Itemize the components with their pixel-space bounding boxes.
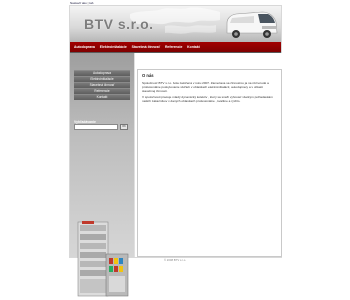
content-body: Spoločnosť BTV s.r.o. bola založená v ro… [142, 81, 276, 104]
footer: © 2008 BTV s.r.o. [163, 258, 187, 262]
search-button[interactable]: OK [120, 124, 128, 130]
set-as-homepage-link[interactable]: Nastaviť ako [70, 1, 87, 5]
main-content: O nás Spoločnosť BTV s.r.o. bola založen… [134, 53, 282, 257]
header: BTV s.r.o. [70, 6, 281, 42]
nav-kontakt[interactable]: Kontakt [187, 45, 200, 49]
nav-autodoprava[interactable]: Autodoprava [74, 45, 95, 49]
nav-referencie[interactable]: Referencie [165, 45, 182, 49]
van-image [226, 11, 278, 38]
nav-elektroinstalacie[interactable]: Elektroinštalácie [100, 45, 127, 49]
content-box: O nás Spoločnosť BTV s.r.o. bola založen… [137, 69, 282, 257]
tab-link[interactable]: tab [89, 1, 93, 5]
sidebar-menu: Autodoprava Elektroinštalácie Stavebná č… [74, 70, 130, 100]
search-row: OK [74, 124, 128, 130]
sidebar: Autodoprava Elektroinštalácie Stavebná č… [70, 53, 134, 297]
content-paragraph: Spoločnosť BTV s.r.o. bola založená v ro… [142, 81, 269, 94]
main-nav-items: Autodoprava Elektroinštalácie Stavebná č… [74, 45, 204, 49]
site-wrapper: BTV s.r.o. Autodoprava Elektroinštalácie… [70, 6, 282, 297]
site-logo[interactable]: BTV s.r.o. [84, 16, 154, 32]
content-paragraph: V spoločnosti pracuje mladý dynamický ko… [142, 94, 273, 103]
page-title: O nás [142, 73, 154, 78]
main-nav: Autodoprava Elektroinštalácie Stavebná č… [70, 42, 281, 53]
nav-stavebna-cinnost[interactable]: Stavebná činnosť [132, 45, 161, 49]
search-input[interactable] [74, 124, 118, 130]
top-links: Nastaviť ako | tab [70, 1, 93, 5]
sidebar-item-kontakt[interactable]: Kontakt [74, 94, 130, 100]
